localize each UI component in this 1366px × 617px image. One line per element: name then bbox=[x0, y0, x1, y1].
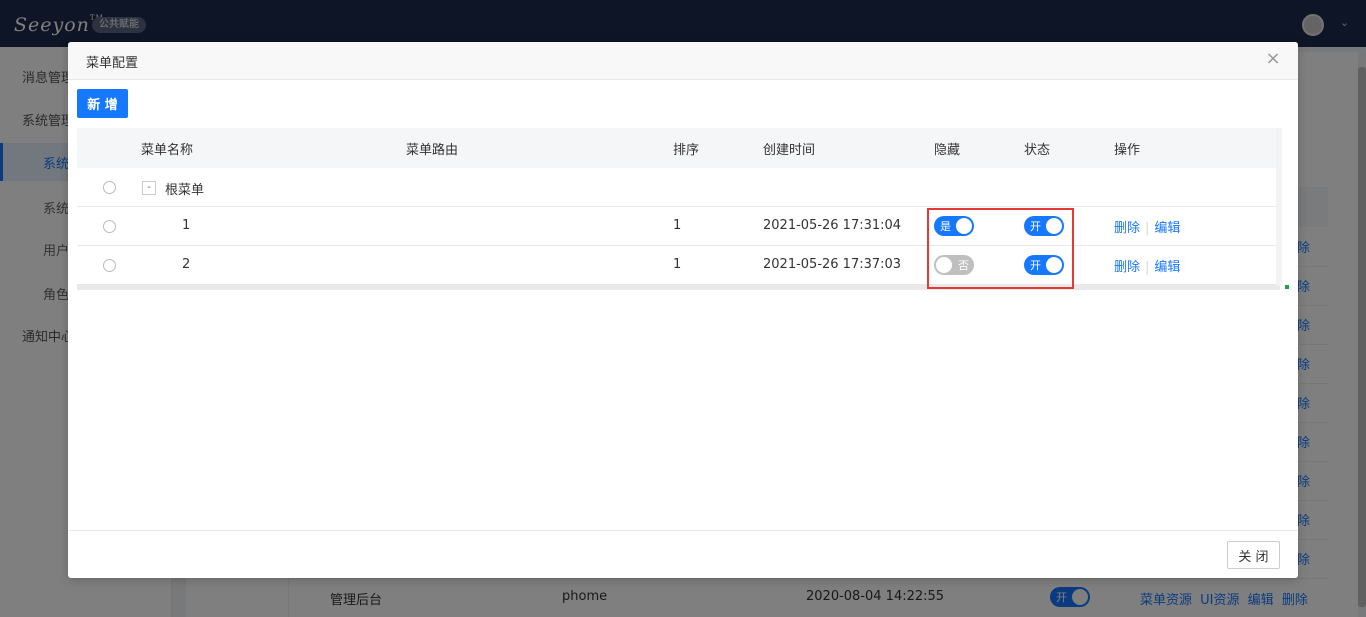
delete-link[interactable]: 删除 bbox=[1114, 221, 1140, 236]
row-select-radio[interactable] bbox=[103, 181, 116, 194]
toggle-label: 是 bbox=[940, 220, 951, 233]
col-header-actions: 操作 bbox=[1114, 143, 1141, 158]
table-header: 菜单名称 菜单路由 排序 创建时间 隐藏 状态 操作 bbox=[77, 128, 1280, 168]
menu-order: 1 bbox=[673, 218, 682, 233]
row-select-radio[interactable] bbox=[103, 220, 116, 233]
edit-link[interactable]: 编辑 bbox=[1154, 260, 1180, 275]
status-toggle[interactable]: 开 bbox=[1024, 216, 1064, 236]
menu-created-time: 2021-05-26 17:37:03 bbox=[763, 257, 902, 272]
dialog-footer: 关 闭 bbox=[68, 530, 1298, 578]
table-row-root: - 根菜单 bbox=[77, 168, 1280, 207]
table-horizontal-scrollbar[interactable] bbox=[77, 285, 1280, 290]
toggle-label: 开 bbox=[1030, 259, 1041, 272]
action-separator: | bbox=[1145, 221, 1150, 236]
resize-indicator bbox=[1285, 285, 1289, 289]
col-header-route: 菜单路由 bbox=[406, 143, 459, 158]
add-button[interactable]: 新 增 bbox=[77, 89, 128, 118]
hidden-toggle[interactable]: 是 bbox=[934, 216, 974, 236]
menu-order: 1 bbox=[673, 257, 682, 272]
toggle-knob bbox=[936, 257, 952, 273]
toggle-knob bbox=[1046, 218, 1062, 234]
col-header-name: 菜单名称 bbox=[141, 143, 194, 158]
close-icon[interactable]: × bbox=[1264, 50, 1282, 68]
delete-link[interactable]: 删除 bbox=[1114, 260, 1140, 275]
col-header-order: 排序 bbox=[673, 143, 700, 158]
dialog-header: 菜单配置 × bbox=[68, 42, 1298, 80]
close-button[interactable]: 关 闭 bbox=[1227, 541, 1280, 569]
row-select-radio[interactable] bbox=[103, 259, 116, 272]
edit-link[interactable]: 编辑 bbox=[1154, 221, 1180, 236]
col-header-created: 创建时间 bbox=[763, 143, 816, 158]
col-header-hidden: 隐藏 bbox=[934, 143, 961, 158]
toggle-label: 开 bbox=[1030, 220, 1041, 233]
col-header-status: 状态 bbox=[1024, 143, 1051, 158]
table-row: 1 1 2021-05-26 17:31:04 是 开 删除 | 编辑 bbox=[77, 207, 1280, 246]
toggle-knob bbox=[1046, 257, 1062, 273]
table-vertical-scrollbar[interactable] bbox=[1276, 128, 1282, 286]
collapse-icon[interactable]: - bbox=[142, 181, 156, 195]
row-actions: 删除 | 编辑 bbox=[1114, 217, 1180, 236]
root-menu-name: 根菜单 bbox=[165, 183, 205, 198]
menu-config-dialog: 菜单配置 × 新 增 菜单名称 菜单路由 排序 创建时间 隐藏 状态 操作 - … bbox=[68, 42, 1298, 578]
menu-name: 2 bbox=[182, 257, 191, 272]
toggle-knob bbox=[956, 218, 972, 234]
status-toggle[interactable]: 开 bbox=[1024, 255, 1064, 275]
dialog-title: 菜单配置 bbox=[86, 56, 139, 71]
action-separator: | bbox=[1145, 260, 1150, 275]
table-row: 2 1 2021-05-26 17:37:03 否 开 删除 | 编辑 bbox=[77, 246, 1280, 285]
menu-created-time: 2021-05-26 17:31:04 bbox=[763, 218, 902, 233]
hidden-toggle[interactable]: 否 bbox=[934, 255, 974, 275]
row-actions: 删除 | 编辑 bbox=[1114, 256, 1180, 275]
menu-name: 1 bbox=[182, 218, 191, 233]
toggle-label: 否 bbox=[958, 259, 969, 272]
